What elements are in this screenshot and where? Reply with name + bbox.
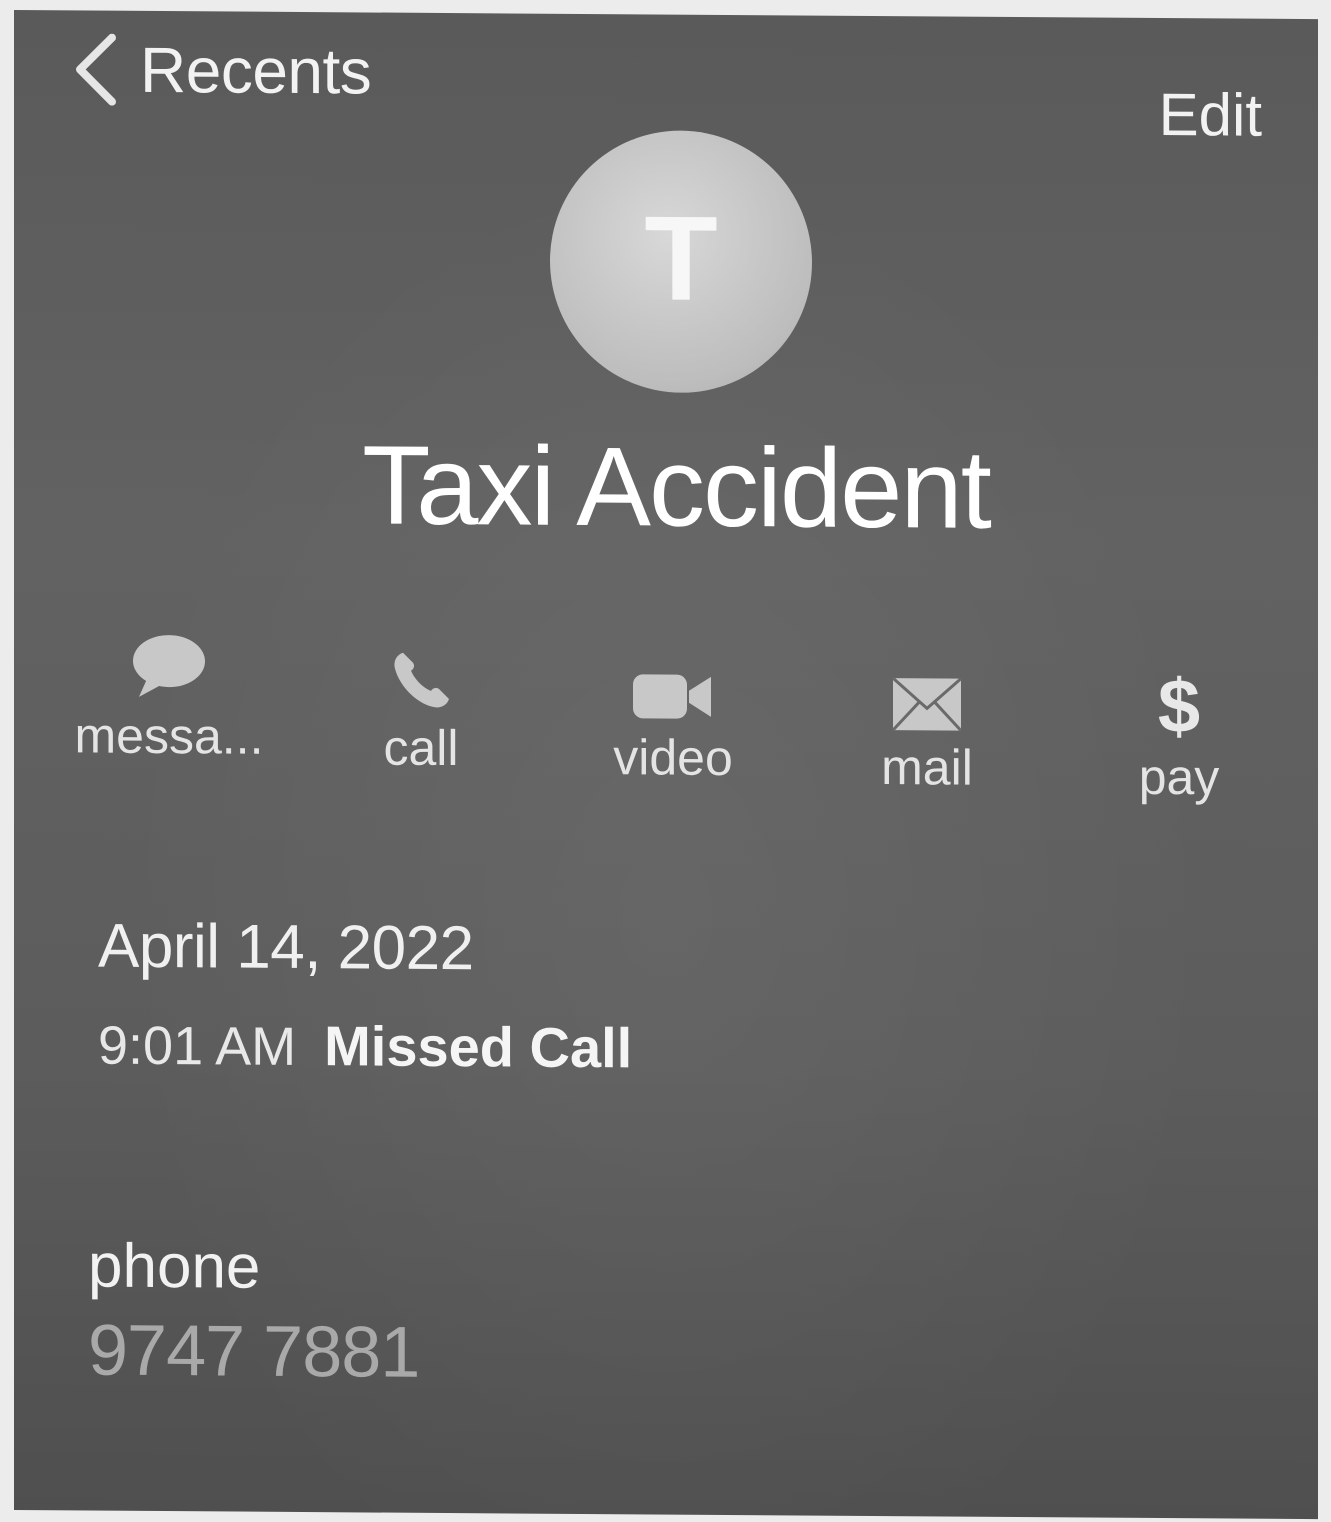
- phone-field: phone 9747 7881: [88, 1231, 419, 1394]
- message-button[interactable]: messa...: [64, 610, 274, 811]
- phone-label: phone: [88, 1231, 261, 1302]
- edit-button[interactable]: Edit: [1159, 80, 1262, 150]
- call-history: April 14, 2022 9:01 AM Missed Call: [98, 911, 632, 1081]
- dollar-icon: $: [1158, 666, 1200, 742]
- mail-button-label: mail: [881, 739, 973, 796]
- message-button-label: messa...: [74, 707, 264, 765]
- back-button-label: Recents: [140, 33, 372, 108]
- call-time: 9:01 AM: [98, 1015, 297, 1077]
- call-status: Missed Call: [324, 1014, 633, 1080]
- quick-actions: messa... call video mail $ pay: [44, 610, 1294, 819]
- contact-name: Taxi Accident: [362, 422, 990, 552]
- call-button-label: call: [383, 719, 459, 777]
- phone-number[interactable]: 9747 7881: [88, 1310, 419, 1394]
- call-button[interactable]: call: [316, 622, 526, 823]
- contact-detail-screen: Recents Edit T Taxi Accident messa... ca…: [14, 10, 1318, 1520]
- avatar: T: [550, 129, 812, 394]
- pay-button-label: pay: [1138, 748, 1220, 806]
- phone-icon: [394, 652, 449, 708]
- call-entry: 9:01 AM Missed Call: [98, 1012, 632, 1081]
- avatar-initial: T: [644, 191, 718, 326]
- video-camera-icon: [633, 674, 711, 719]
- mail-button[interactable]: mail: [822, 642, 1032, 843]
- chevron-left-icon: [76, 33, 116, 106]
- video-button[interactable]: video: [568, 632, 778, 833]
- svg-text:$: $: [1158, 666, 1200, 742]
- envelope-icon: [891, 677, 963, 732]
- scanned-page: Recents Edit T Taxi Accident messa... ca…: [0, 0, 1331, 1522]
- message-bubble-icon: [133, 635, 205, 697]
- pay-button[interactable]: $ pay: [1074, 651, 1284, 852]
- call-date: April 14, 2022: [98, 911, 474, 984]
- back-button[interactable]: Recents: [74, 32, 371, 108]
- video-button-label: video: [613, 729, 733, 787]
